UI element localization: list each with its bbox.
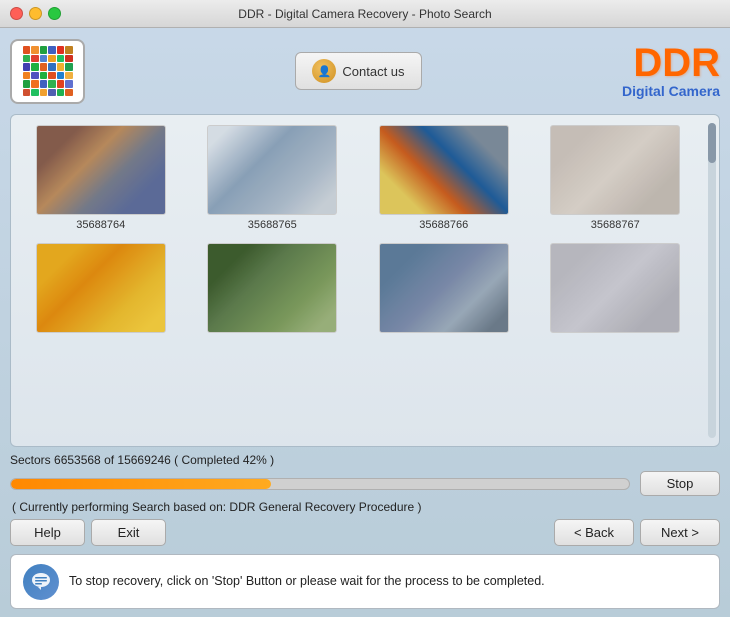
scrollbar-thumb[interactable] [708,123,716,163]
photo-thumb-1[interactable] [36,125,166,215]
contact-icon: 👤 [312,59,336,83]
contact-btn-wrap: 👤 Contact us [95,52,622,90]
window-controls[interactable] [10,7,61,20]
photo-item[interactable] [193,243,353,337]
photo-label-2: 35688765 [248,219,297,231]
info-message-text: To stop recovery, click on 'Stop' Button… [69,573,545,591]
photo-thumb-6[interactable] [207,243,337,333]
photo-item[interactable]: 35688767 [536,125,696,231]
info-icon [23,564,59,600]
logo-box [10,39,85,104]
photo-thumb-4[interactable] [550,125,680,215]
back-button[interactable]: < Back [554,519,634,546]
scrollbar-track[interactable] [708,123,716,438]
photo-panel: 35688764 35688765 35688766 35688767 [10,114,720,447]
stop-button[interactable]: Stop [640,471,720,496]
photo-thumb-2[interactable] [207,125,337,215]
progress-status-text: Sectors 6653568 of 15669246 ( Completed … [10,453,274,467]
speech-bubble-icon [30,571,52,593]
progress-area: Sectors 6653568 of 15669246 ( Completed … [10,453,720,496]
minimize-button[interactable] [29,7,42,20]
photo-item[interactable]: 35688766 [364,125,524,231]
photo-label-4: 35688767 [591,219,640,231]
photo-item[interactable]: 35688764 [21,125,181,231]
ddr-subtitle: Digital Camera [622,83,720,99]
progress-bar-fill [11,479,271,489]
header-row: 👤 Contact us DDR Digital Camera [10,36,720,106]
next-button[interactable]: Next > [640,519,720,546]
logo-mosaic [23,46,73,96]
search-info-text: ( Currently performing Search based on: … [10,500,720,514]
nav-row: Help Exit < Back Next > [10,519,720,546]
progress-row: Stop [10,471,720,496]
photo-thumb-3[interactable] [379,125,509,215]
ddr-brand: DDR Digital Camera [622,43,720,99]
photo-label-3: 35688766 [419,219,468,231]
close-button[interactable] [10,7,23,20]
photo-grid: 35688764 35688765 35688766 35688767 [21,125,709,337]
progress-status-row: Sectors 6653568 of 15669246 ( Completed … [10,453,720,467]
contact-label: Contact us [342,64,404,79]
contact-button[interactable]: 👤 Contact us [295,52,421,90]
exit-button[interactable]: Exit [91,519,166,546]
ddr-title: DDR [622,43,720,83]
progress-bar-wrap [10,478,630,490]
photo-item[interactable]: 35688765 [193,125,353,231]
title-bar: DDR - Digital Camera Recovery - Photo Se… [0,0,730,28]
photo-item[interactable] [364,243,524,337]
main-wrapper: 👤 Contact us DDR Digital Camera 35688764… [0,28,730,617]
photo-thumb-5[interactable] [36,243,166,333]
help-button[interactable]: Help [10,519,85,546]
photo-thumb-7[interactable] [379,243,509,333]
photo-label-1: 35688764 [76,219,125,231]
photo-thumb-8[interactable] [550,243,680,333]
window-title: DDR - Digital Camera Recovery - Photo Se… [238,7,491,21]
info-bar: To stop recovery, click on 'Stop' Button… [10,554,720,609]
photo-item[interactable] [536,243,696,337]
photo-item[interactable] [21,243,181,337]
maximize-button[interactable] [48,7,61,20]
